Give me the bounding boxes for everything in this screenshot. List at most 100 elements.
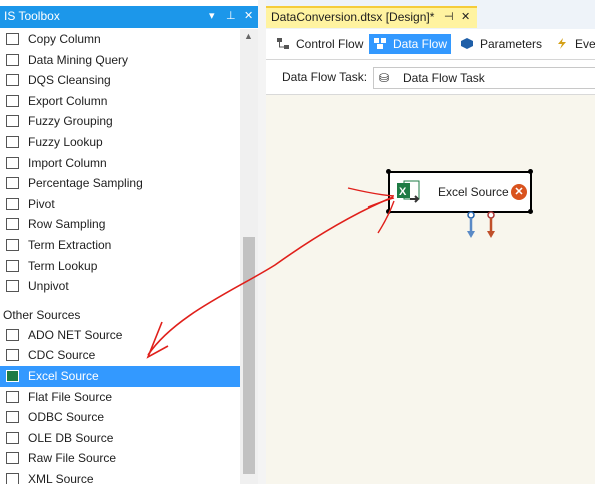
toolbox-item-label: Fuzzy Grouping: [28, 114, 113, 129]
export-column-icon: [6, 94, 19, 107]
toolbox-item-label: Term Lookup: [28, 258, 98, 273]
toolbox-item[interactable]: Raw File Source: [0, 448, 240, 469]
toolbox-item[interactable]: CDC Source: [0, 345, 240, 366]
control-flow-icon: [277, 38, 289, 49]
ole-db-icon: [6, 431, 19, 444]
raw-file-icon: [6, 452, 19, 465]
fuzzy-grouping-icon: [6, 115, 19, 128]
toolbox-item[interactable]: Unpivot: [0, 276, 240, 297]
toolbox-item[interactable]: Copy Column: [0, 29, 240, 50]
data-output-arrow-icon: [467, 211, 475, 238]
percentage-sampling-icon: [6, 177, 19, 190]
svg-text:X: X: [399, 186, 407, 198]
tab-dataconversion-design[interactable]: DataConversion.dtsx [Design]* ⊣ ✕: [266, 6, 477, 28]
toolbox-item-label: Raw File Source: [28, 451, 117, 466]
resize-handle[interactable]: [528, 169, 533, 174]
term-lookup-icon: [6, 259, 19, 272]
data-flow-task-select[interactable]: ⛁ Data Flow Task: [373, 67, 595, 89]
toolbox-item-label: Data Mining Query: [28, 52, 129, 67]
data-flow-icon: [374, 38, 386, 49]
toolbox-item[interactable]: XML Source: [0, 469, 240, 484]
design-surface[interactable]: X Excel Source ✕: [266, 95, 595, 484]
excel-source-label: Excel Source: [438, 185, 509, 199]
tab-control-flow[interactable]: Control Flow: [272, 34, 367, 54]
toolbox-item-label: ADO NET Source: [28, 327, 123, 342]
tab-label: Parameters: [480, 37, 543, 51]
copy-column-icon: [6, 33, 19, 45]
cdc-icon: [6, 349, 19, 362]
toolbox-item-label: CDC Source: [28, 348, 96, 363]
term-extraction-icon: [6, 238, 19, 251]
resize-handle[interactable]: [386, 169, 391, 174]
output-path-arrows[interactable]: [266, 95, 595, 484]
toolbox-item-label: Export Column: [28, 93, 108, 108]
fuzzy-lookup-icon: [6, 135, 19, 148]
flat-file-icon: [6, 390, 19, 403]
toolbox-item-label: Excel Source: [28, 368, 99, 383]
toolbox-item[interactable]: Fuzzy Lookup: [0, 132, 240, 153]
toolbox-item-label: Import Column: [28, 155, 107, 170]
toolbox-category-other-sources[interactable]: Other Sources: [0, 303, 240, 325]
toolbox-item[interactable]: Excel Source: [0, 365, 240, 387]
tab-data-flow[interactable]: Data Flow: [369, 34, 452, 54]
toolbox-item-label: Copy Column: [28, 32, 101, 46]
data-flow-task-bar: Data Flow Task: ⛁ Data Flow Task: [266, 60, 595, 95]
resize-handle[interactable]: [386, 209, 391, 214]
dqs-icon: [6, 74, 19, 87]
toolbox-header: IS Toolbox ▾ ⊥ ✕: [0, 6, 258, 28]
pin-icon[interactable]: ⊥: [226, 9, 236, 22]
toolbox-item[interactable]: Export Column: [0, 91, 240, 112]
toolbox-item-label: XML Source: [28, 471, 94, 484]
tab-label: Control Flow: [296, 37, 364, 51]
toolbox-item-list: Copy Column Data Mining Query DQS Cleansin…: [0, 29, 240, 484]
toolbox-item[interactable]: DQS Cleansing: [0, 70, 240, 91]
toolbox-title: IS Toolbox: [4, 9, 60, 23]
toolbox-item[interactable]: ODBC Source: [0, 407, 240, 428]
dropdown-icon[interactable]: ▾: [209, 9, 215, 22]
unpivot-icon: [6, 280, 19, 293]
toolbox-item-label: Fuzzy Lookup: [28, 134, 103, 149]
tab-label: Eve: [575, 37, 595, 51]
error-output-arrow-icon: [487, 211, 495, 238]
toolbox-item[interactable]: Term Extraction: [0, 235, 240, 256]
data-mining-icon: [6, 53, 19, 66]
close-icon[interactable]: ✕: [244, 9, 253, 22]
toolbox-scrollbar[interactable]: ▲: [240, 29, 258, 484]
toolbox-item[interactable]: Pivot: [0, 194, 240, 215]
tab-event-handlers[interactable]: Eve: [551, 34, 595, 54]
toolbox-item[interactable]: Term Lookup: [0, 256, 240, 277]
designer-tab-bar: Control Flow Data Flow Parameters Eve: [266, 29, 595, 60]
tab-label: Data Flow: [393, 37, 448, 51]
close-tab-icon[interactable]: ✕: [461, 10, 470, 23]
toolbox-item[interactable]: Fuzzy Grouping: [0, 111, 240, 132]
excel-source-icon: X: [397, 180, 420, 203]
excel-source-component[interactable]: X Excel Source ✕: [388, 171, 532, 213]
data-flow-task-label: Data Flow Task:: [282, 70, 368, 84]
toolbox-item[interactable]: Data Mining Query: [0, 50, 240, 71]
panel-splitter[interactable]: [258, 0, 266, 484]
tab-parameters[interactable]: Parameters: [456, 34, 546, 54]
resize-handle[interactable]: [528, 209, 533, 214]
package-designer: Control Flow Data Flow Parameters Eve Da…: [266, 29, 595, 484]
event-handlers-icon: [558, 38, 566, 49]
ssis-toolbox-panel: IS Toolbox ▾ ⊥ ✕ Copy Column Data Mining …: [0, 0, 258, 484]
toolbox-item[interactable]: ADO NET Source: [0, 325, 240, 346]
document-tab-title: DataConversion.dtsx [Design]*: [271, 10, 435, 24]
toolbox-item[interactable]: OLE DB Source: [0, 428, 240, 449]
toolbox-item[interactable]: Row Sampling: [0, 214, 240, 235]
toolbox-item[interactable]: Flat File Source: [0, 387, 240, 408]
toolbox-item-label: Percentage Sampling: [28, 176, 143, 191]
toolbox-item-label: OLE DB Source: [28, 430, 114, 445]
scroll-up-arrow-icon[interactable]: ▲: [244, 31, 253, 41]
ado-net-icon: [6, 328, 19, 341]
toolbox-scrollbar-thumb[interactable]: [243, 237, 255, 474]
toolbox-item-label: Row Sampling: [28, 217, 106, 232]
xml-icon: [6, 472, 19, 484]
toolbox-item[interactable]: Import Column: [0, 153, 240, 174]
pivot-icon: [6, 197, 19, 210]
toolbox-item[interactable]: Percentage Sampling: [0, 173, 240, 194]
parameters-icon: [461, 38, 473, 49]
pin-tab-icon[interactable]: ⊣: [444, 10, 454, 23]
toolbox-item-label: Term Extraction: [28, 237, 112, 252]
toolbox-item-label: Unpivot: [28, 279, 69, 294]
